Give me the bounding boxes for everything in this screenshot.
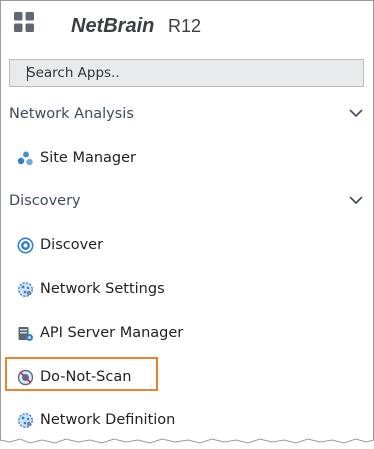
menu-item-label: Site Manager xyxy=(40,150,137,166)
menu-item-label: Network Settings xyxy=(40,281,165,297)
menu-item-network-settings[interactable]: Network Settings xyxy=(1,274,373,304)
chevron-down-icon[interactable] xyxy=(349,108,363,118)
chevron-down-icon[interactable] xyxy=(349,195,363,205)
logo-version: R12 xyxy=(168,16,201,36)
search-box[interactable] xyxy=(9,59,364,87)
api-server-icon xyxy=(18,327,33,341)
network-settings-icon xyxy=(18,282,33,297)
menu-item-label: API Server Manager xyxy=(40,325,184,341)
highlight-box xyxy=(5,357,158,391)
discover-icon xyxy=(17,237,34,254)
section-network-analysis[interactable]: Network Analysis xyxy=(1,102,373,128)
menu-item-label: Network Definition xyxy=(40,412,176,428)
text-cursor xyxy=(27,66,28,81)
menu-item-api-server-manager[interactable]: API Server Manager xyxy=(1,318,373,348)
menu-item-site-manager[interactable]: Site Manager xyxy=(1,143,373,173)
header: NetBrain R12 xyxy=(1,1,373,49)
section-discovery[interactable]: Discovery xyxy=(1,189,373,215)
logo-text: NetBrain xyxy=(71,15,154,37)
search-input[interactable] xyxy=(10,60,363,86)
section-title: Network Analysis xyxy=(9,106,134,122)
app-menu-panel: NetBrain R12 Network Analysis Site Manag… xyxy=(0,0,374,442)
menu-item-label: Discover xyxy=(40,237,104,253)
menu-item-discover[interactable]: Discover xyxy=(1,230,373,260)
app-grid-icon[interactable] xyxy=(14,12,34,32)
netbrain-logo: NetBrain R12 xyxy=(71,15,201,37)
torn-edge xyxy=(0,438,374,449)
section-title: Discovery xyxy=(9,193,81,209)
network-definition-icon xyxy=(18,413,33,428)
menu-item-network-definition[interactable]: Network Definition xyxy=(1,405,373,435)
site-manager-icon xyxy=(17,151,33,166)
